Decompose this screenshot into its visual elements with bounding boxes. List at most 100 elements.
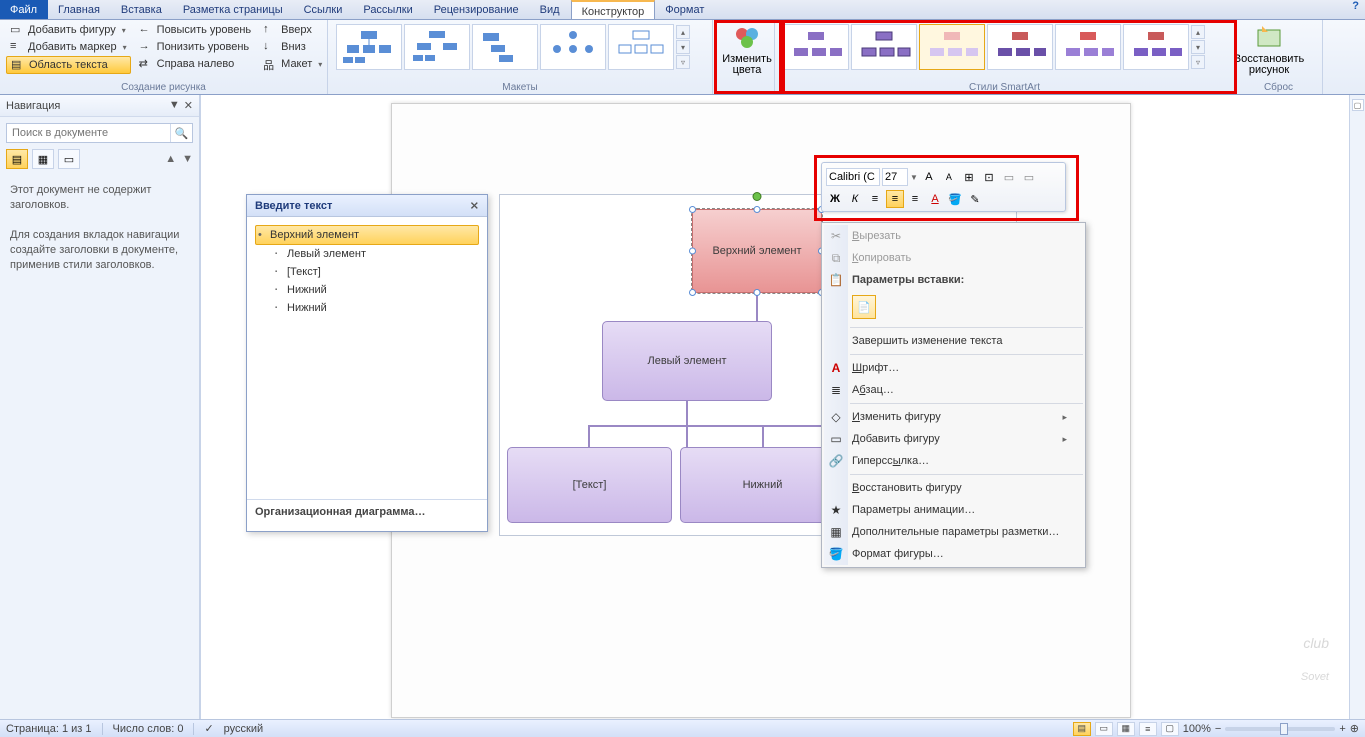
text-pane-item-3[interactable]: Нижний (255, 281, 479, 299)
styles-gallery-more[interactable]: ▴▾▿ (1191, 25, 1205, 69)
add-shape-button[interactable]: ▭Добавить фигуру (6, 22, 131, 38)
style-thumb-2[interactable] (851, 24, 917, 70)
ctx-paragraph[interactable]: ≣Абзац… (822, 379, 1085, 401)
change-colors-button[interactable]: Изменить цвета (719, 22, 775, 78)
text-pane-item-1[interactable]: Левый элемент (255, 245, 479, 263)
search-icon[interactable]: 🔍 (170, 124, 192, 142)
text-pane-footer[interactable]: Организационная диаграмма… (247, 499, 487, 524)
style-thumb-1[interactable] (783, 24, 849, 70)
tab-page-layout[interactable]: Разметка страницы (173, 0, 294, 19)
paste-option-1[interactable]: 📄 (852, 295, 876, 319)
smartart-text-pane: Введите текст ⨯ Верхний элемент Левый эл… (246, 194, 488, 532)
ctx-change-shape[interactable]: ◇Изменить фигуру▸ (822, 406, 1085, 428)
mini-icon-4[interactable]: ▭ (1020, 168, 1038, 186)
nav-view-results[interactable]: ▭ (58, 149, 80, 169)
mini-icon-3[interactable]: ▭ (1000, 168, 1018, 186)
nav-view-pages[interactable]: ▦ (32, 149, 54, 169)
grow-font-icon[interactable]: A (920, 168, 938, 186)
smartart-node-b1[interactable]: [Текст] (507, 447, 672, 523)
style-thumb-6[interactable] (1123, 24, 1189, 70)
mini-font-combo[interactable] (826, 168, 880, 186)
view-outline[interactable]: ≡ (1139, 722, 1157, 736)
zoom-out-icon[interactable]: − (1215, 723, 1221, 735)
tab-home[interactable]: Главная (48, 0, 111, 19)
nav-prev-icon[interactable]: ▲ (165, 153, 176, 169)
zoom-slider[interactable] (1225, 727, 1335, 731)
layout-button[interactable]: 品Макет (259, 56, 326, 72)
ctx-hyperlink[interactable]: 🔗Гиперссылка… (822, 450, 1085, 472)
nav-search-input[interactable] (7, 124, 170, 142)
promote-button[interactable]: ←Повысить уровень (135, 22, 256, 38)
align-center-icon[interactable]: ≡ (886, 190, 904, 208)
status-language[interactable]: русский (224, 723, 263, 735)
status-page[interactable]: Страница: 1 из 1 (6, 723, 92, 735)
view-draft[interactable]: ▢ (1161, 722, 1179, 736)
zoom-in-icon[interactable]: + (1339, 723, 1345, 735)
help-icon[interactable]: ? (1346, 0, 1365, 19)
tab-format[interactable]: Формат (655, 0, 715, 19)
ctx-animation[interactable]: ★Параметры анимации… (822, 499, 1085, 521)
tab-view[interactable]: Вид (530, 0, 571, 19)
mini-icon-2[interactable]: ⊡ (980, 168, 998, 186)
layout-thumb-2[interactable] (404, 24, 470, 70)
tab-design[interactable]: Конструктор (571, 0, 656, 19)
ctx-end-text-edit[interactable]: Завершить изменение текста (822, 330, 1085, 352)
text-pane-close-icon[interactable]: ⨯ (470, 199, 479, 212)
text-pane-item-0[interactable]: Верхний элемент (255, 225, 479, 245)
nav-next-icon[interactable]: ▼ (182, 153, 193, 169)
ctx-add-shape[interactable]: ▭Добавить фигуру▸ (822, 428, 1085, 450)
italic-button[interactable]: К (846, 190, 864, 208)
bold-button[interactable]: Ж (826, 190, 844, 208)
zoom-level[interactable]: 100% (1183, 723, 1211, 735)
text-pane-item-2[interactable]: [Текст] (255, 263, 479, 281)
nav-close-icon[interactable]: ✕ (184, 99, 193, 112)
fill-color-icon[interactable]: 🪣 (946, 190, 964, 208)
tab-insert[interactable]: Вставка (111, 0, 173, 19)
zoom-fit-icon[interactable]: ⊕ (1350, 722, 1359, 735)
rtl-button[interactable]: ⇄Справа налево (135, 56, 256, 72)
nav-view-headings[interactable]: ▤ (6, 149, 28, 169)
ruler-toggle-icon[interactable]: ▢ (1352, 99, 1364, 111)
mini-icon-1[interactable]: ⊞ (960, 168, 978, 186)
mini-size-combo[interactable] (882, 168, 908, 186)
tab-references[interactable]: Ссылки (294, 0, 354, 19)
smartart-node-left[interactable]: Левый элемент (602, 321, 772, 401)
align-right-icon[interactable]: ≡ (906, 190, 924, 208)
add-bullet-button[interactable]: ≡Добавить маркер (6, 39, 131, 55)
ctx-restore-shape[interactable]: Восстановить фигуру (822, 477, 1085, 499)
layouts-gallery-more[interactable]: ▴▾▿ (676, 25, 690, 69)
outline-color-icon[interactable]: ✎ (966, 190, 984, 208)
ctx-format-shape[interactable]: 🪣Формат фигуры… (822, 543, 1085, 565)
layout-thumb-4[interactable] (540, 24, 606, 70)
rotate-handle[interactable] (753, 192, 762, 201)
demote-button[interactable]: →Понизить уровень (135, 39, 256, 55)
layout-thumb-1[interactable] (336, 24, 402, 70)
layout-thumb-5[interactable] (608, 24, 674, 70)
reset-graphic-button[interactable]: Восстановить рисунок (1241, 22, 1297, 78)
view-full-screen[interactable]: ▭ (1095, 722, 1113, 736)
font-color-icon[interactable]: A (926, 190, 944, 208)
ctx-copy[interactable]: ⧉Копировать (822, 247, 1085, 269)
tab-review[interactable]: Рецензирование (424, 0, 530, 19)
tab-file[interactable]: Файл (0, 0, 48, 19)
smartart-node-top[interactable]: Верхний элемент (692, 209, 822, 293)
view-print-layout[interactable]: ▤ (1073, 722, 1091, 736)
status-words[interactable]: Число слов: 0 (113, 723, 184, 735)
spellcheck-icon[interactable]: ✓ (204, 722, 213, 735)
layout-thumb-3[interactable] (472, 24, 538, 70)
style-thumb-4[interactable] (987, 24, 1053, 70)
style-thumb-5[interactable] (1055, 24, 1121, 70)
move-down-button[interactable]: ↓Вниз (259, 39, 326, 55)
tab-mailings[interactable]: Рассылки (353, 0, 423, 19)
text-pane-item-4[interactable]: Нижний (255, 299, 479, 317)
style-thumb-3[interactable] (919, 24, 985, 70)
move-up-button[interactable]: ↑Вверх (259, 22, 326, 38)
view-web[interactable]: ▦ (1117, 722, 1135, 736)
ctx-font[interactable]: AШрифт… (822, 357, 1085, 379)
ctx-cut[interactable]: ✂Вырезать (822, 225, 1085, 247)
ctx-layout-params[interactable]: ▦Дополнительные параметры разметки… (822, 521, 1085, 543)
text-area-button[interactable]: ▤Область текста (6, 56, 131, 74)
shrink-font-icon[interactable]: A (940, 168, 958, 186)
nav-dropdown-icon[interactable]: ▼ (169, 99, 180, 112)
align-left-icon[interactable]: ≡ (866, 190, 884, 208)
